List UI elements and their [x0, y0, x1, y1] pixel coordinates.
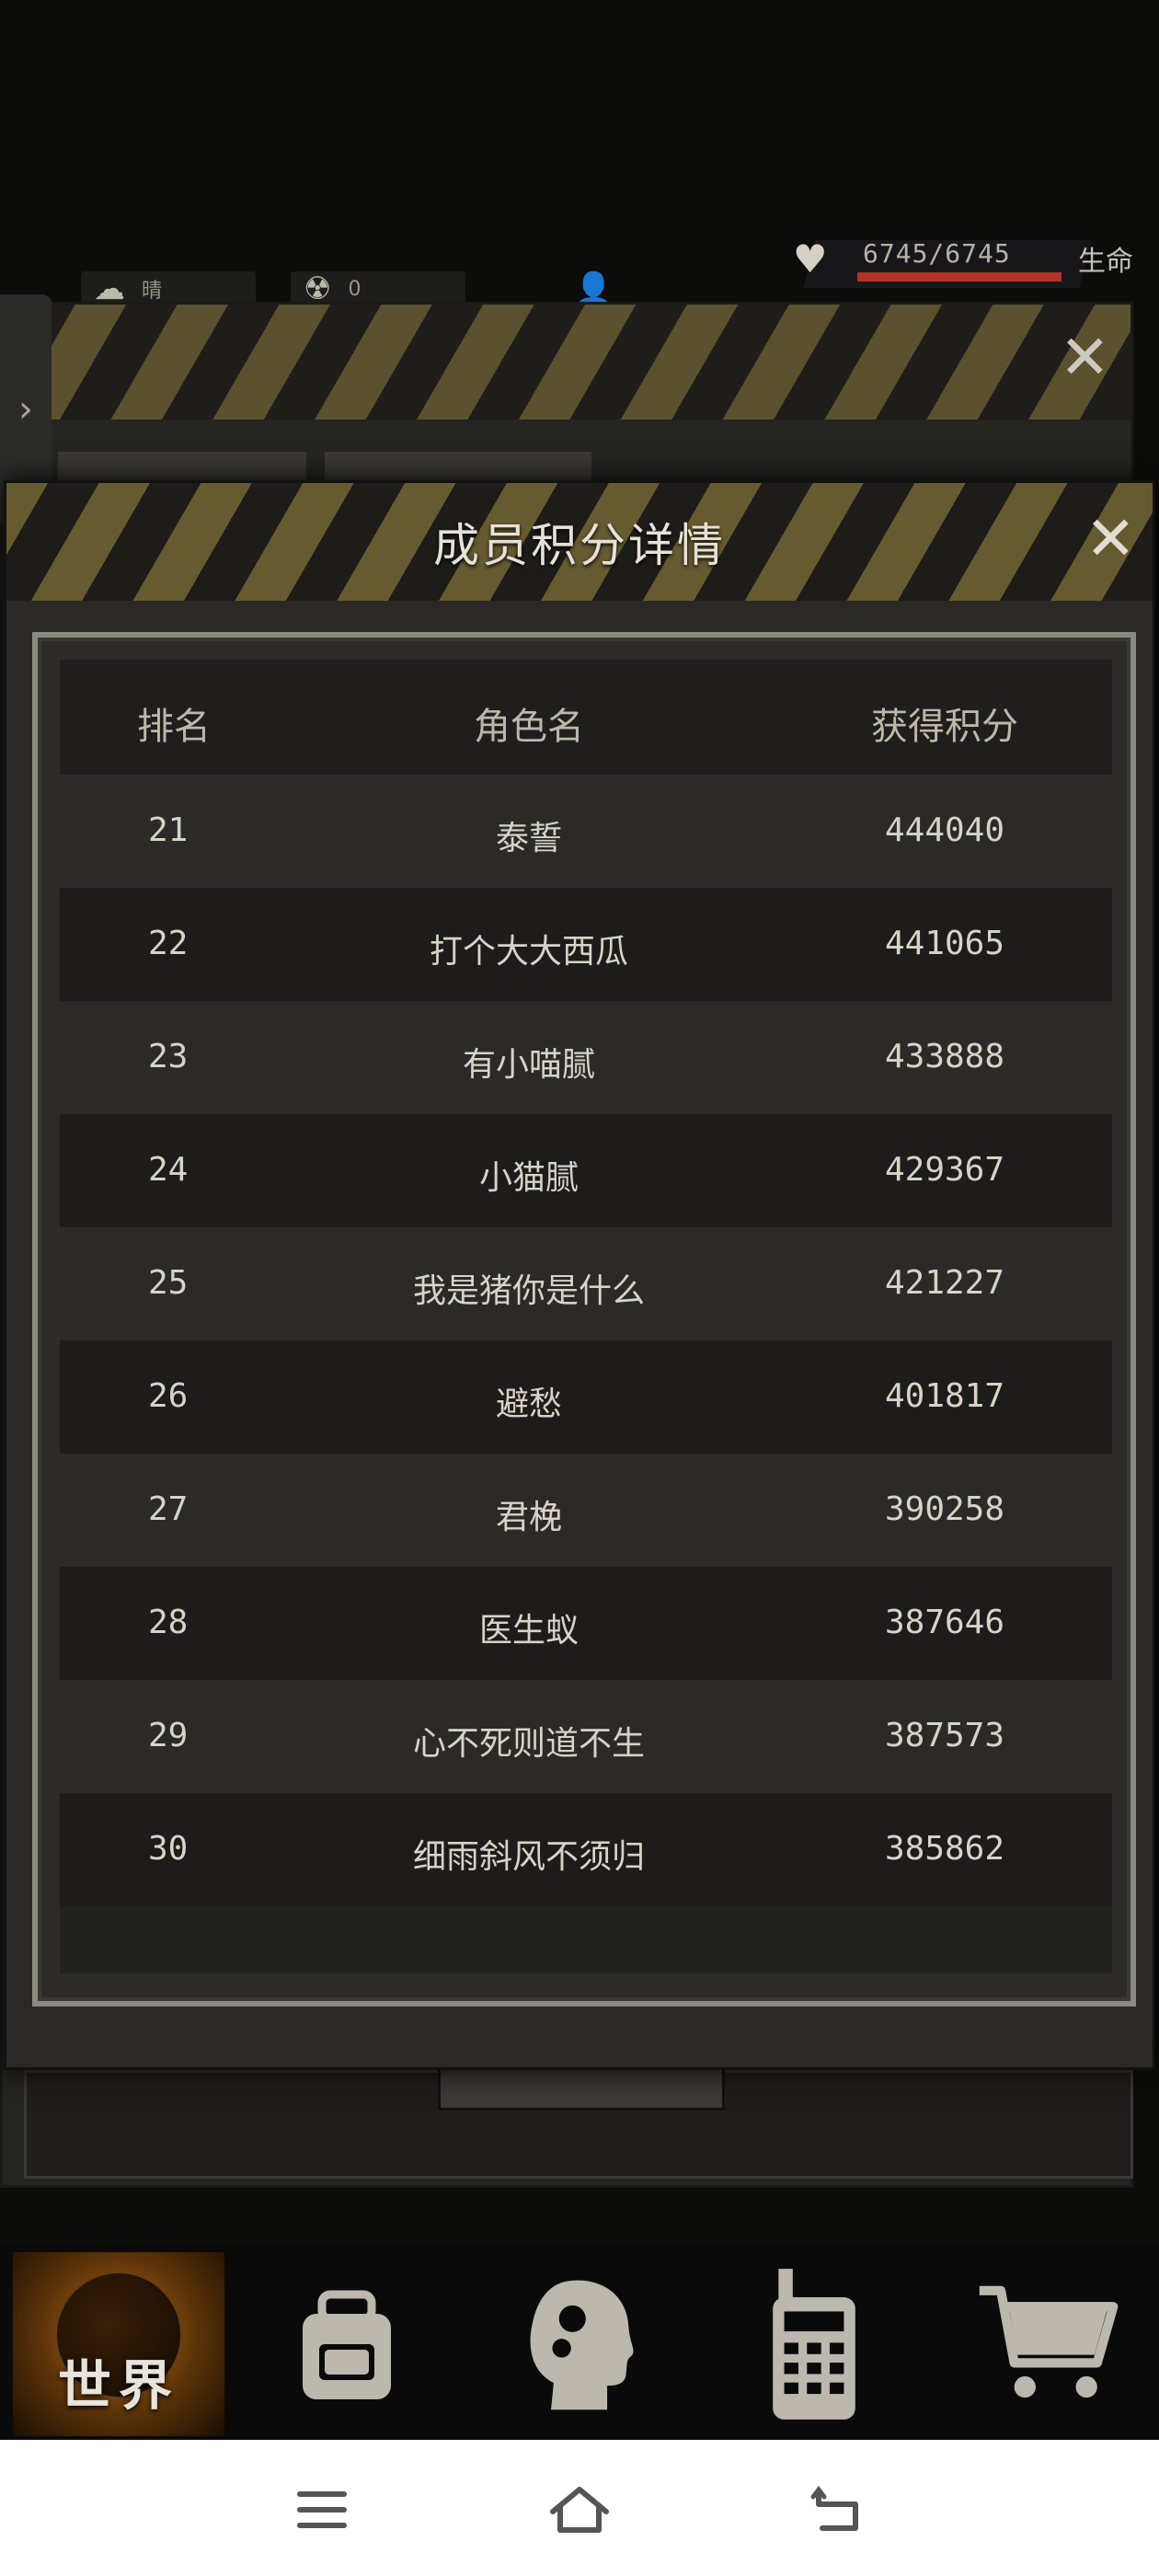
brain-icon [530, 2280, 634, 2410]
table-row[interactable]: 21 泰誓 444040 [60, 775, 1112, 888]
row-rank: 25 [148, 1264, 189, 1302]
table-row[interactable]: 25 我是猪你是什么 421227 [60, 1227, 1112, 1340]
row-name: 打个大大西瓜 [429, 933, 628, 971]
table-row[interactable]: 26 避愁 401817 [60, 1340, 1112, 1454]
game-screen: ☁ 晴 ☢ 0 👤 ♥ 6745/6745 生命 ✕ › 成员积分详情 ✕ 排名… [0, 0, 1159, 2576]
row-rank: 22 [148, 925, 189, 962]
header-rank: 排名 [137, 706, 211, 748]
panel-button[interactable] [438, 2070, 725, 2110]
nav-shop[interactable] [942, 2252, 1153, 2436]
row-score: 401817 [884, 1377, 1005, 1415]
health-bar: ♥ 6745/6745 生命 [773, 235, 1159, 290]
nav-skills[interactable] [475, 2252, 686, 2436]
row-name: 小猫腻 [478, 1159, 579, 1197]
header-score: 获得积分 [871, 706, 1018, 748]
member-points-modal: 成员积分详情 ✕ 排名 角色名 获得积分 21 泰誓 444040 22 打个大… [4, 480, 1155, 2070]
table-row[interactable]: 27 君梚 390258 [60, 1454, 1112, 1567]
row-name: 泰誓 [495, 820, 562, 857]
row-rank: 30 [148, 1830, 189, 1868]
table-row[interactable]: 28 医生蚁 387646 [60, 1567, 1112, 1680]
close-icon[interactable]: ✕ [1060, 328, 1110, 388]
row-rank: 24 [148, 1151, 189, 1189]
table-row[interactable]: 24 小猫腻 429367 [60, 1114, 1112, 1227]
modal-title: 成员积分详情 [433, 519, 726, 572]
row-name: 避愁 [495, 1386, 562, 1423]
health-value: 6745/6745 [863, 238, 1011, 269]
menu-icon[interactable] [285, 2473, 359, 2547]
nav-world[interactable]: 世界 [13, 2252, 224, 2436]
row-rank: 28 [148, 1604, 189, 1641]
list-frame: 排名 角色名 获得积分 21 泰誓 444040 22 打个大大西瓜 44106… [32, 632, 1136, 2007]
top-hud: ☁ 晴 ☢ 0 👤 ♥ 6745/6745 生命 [0, 235, 1159, 308]
row-name: 心不死则道不生 [412, 1725, 645, 1763]
row-score: 433888 [884, 1038, 1005, 1075]
back-icon[interactable] [800, 2473, 874, 2547]
row-name: 有小喵腻 [462, 1046, 595, 1084]
cart-icon [979, 2285, 1119, 2398]
row-name: 医生蚁 [478, 1612, 579, 1650]
radio-icon [773, 2269, 855, 2420]
game-bottom-nav: 世界 [0, 2245, 1159, 2440]
row-score: 441065 [884, 925, 1005, 962]
points-list[interactable]: 排名 角色名 获得积分 21 泰誓 444040 22 打个大大西瓜 44106… [60, 660, 1112, 1973]
table-row-partial[interactable] [60, 1906, 1112, 1973]
table-row[interactable]: 30 细雨斜风不须归 385862 [60, 1793, 1112, 1906]
row-score: 387646 [884, 1604, 1005, 1641]
health-fill [857, 272, 1061, 282]
backpack-icon [303, 2290, 391, 2399]
row-score: 390258 [884, 1490, 1005, 1528]
row-name: 我是猪你是什么 [412, 1272, 645, 1310]
home-icon[interactable] [543, 2473, 616, 2547]
nav-world-label: 世界 [57, 2354, 179, 2417]
row-score: 387573 [884, 1717, 1005, 1754]
close-icon[interactable]: ✕ [1085, 509, 1136, 569]
radiation-value: 0 [348, 277, 361, 301]
row-rank: 29 [148, 1717, 189, 1754]
nav-backpack[interactable] [241, 2252, 453, 2436]
row-score: 385862 [884, 1830, 1005, 1868]
system-nav-bar [0, 2440, 1159, 2576]
nav-radio[interactable] [708, 2252, 920, 2436]
row-score: 444040 [884, 811, 1005, 849]
row-score: 429367 [884, 1151, 1005, 1189]
table-row[interactable]: 23 有小喵腻 433888 [60, 1001, 1112, 1114]
heart-icon: ♥ [793, 236, 828, 282]
list-header: 排名 角色名 获得积分 [60, 660, 1112, 775]
weather-text: 晴 [142, 280, 163, 303]
row-name: 君梚 [495, 1499, 562, 1536]
health-label: 生命 [1078, 246, 1133, 278]
row-rank: 27 [148, 1490, 189, 1528]
table-row[interactable]: 29 心不死则道不生 387573 [60, 1680, 1112, 1793]
row-rank: 23 [148, 1038, 189, 1075]
row-rank: 21 [148, 811, 189, 849]
row-score: 421227 [884, 1264, 1005, 1302]
chevron-right-icon: › [18, 388, 33, 431]
table-row[interactable]: 22 打个大大西瓜 441065 [60, 888, 1112, 1001]
row-rank: 26 [148, 1377, 189, 1415]
hazard-stripe [3, 305, 1130, 420]
header-name: 角色名 [474, 706, 584, 748]
row-name: 细雨斜风不须归 [412, 1838, 645, 1876]
